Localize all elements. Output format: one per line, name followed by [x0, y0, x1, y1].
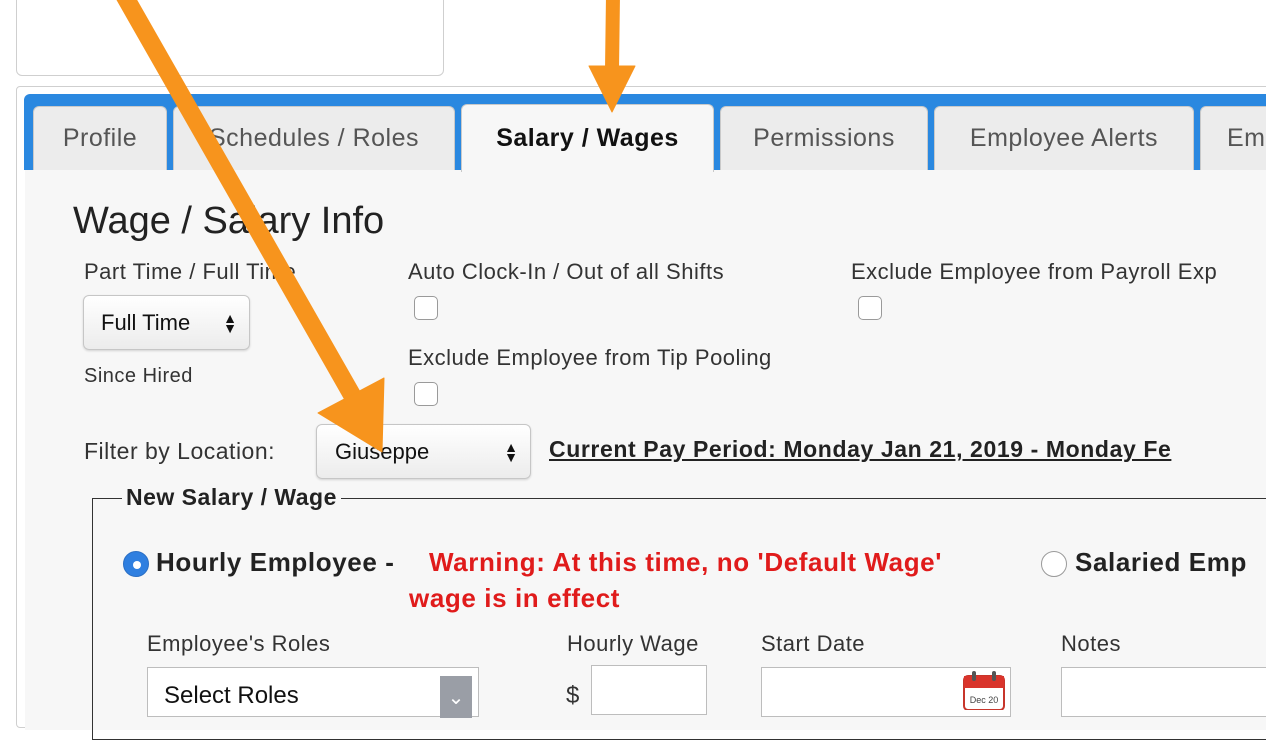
start-date-label: Start Date [761, 631, 866, 656]
since-hired-note: Since Hired [84, 365, 193, 387]
exclude-tip-label: Exclude Employee from Tip Pooling [408, 345, 772, 370]
part-full-time-label: Part Time / Full Time [84, 259, 297, 284]
warning-line-2: wage is in effect [409, 583, 621, 613]
exclude-payroll-checkbox[interactable] [858, 296, 882, 320]
current-pay-period-link[interactable]: Current Pay Period: Monday Jan 21, 2019 … [549, 436, 1171, 463]
roles-select[interactable]: Select Roles ⌄ [147, 667, 479, 718]
warning-line-1: Warning: At this time, no 'Default Wage' [429, 547, 943, 577]
tab-em[interactable]: Em [1200, 106, 1266, 170]
location-value: Giuseppe [335, 438, 430, 464]
auto-clock-label: Auto Clock-In / Out of all Shifts [408, 259, 725, 284]
hourly-wage-input[interactable] [591, 665, 707, 715]
hourly-wage-label: Hourly Wage [567, 631, 699, 656]
part-full-time-value: Full Time [101, 309, 191, 335]
exclude-tip-checkbox[interactable] [414, 382, 438, 406]
employee-roles-label: Employee's Roles [147, 631, 331, 656]
calendar-icon[interactable]: Dec 20 [962, 670, 1006, 710]
select-arrows-icon: ▲ ▼ [504, 438, 518, 465]
salaried-employee-radio[interactable] [1041, 551, 1067, 577]
tab-employee-alerts[interactable]: Employee Alerts [934, 106, 1194, 170]
tab-schedules-roles[interactable]: Schedules / Roles [173, 106, 455, 170]
hourly-employee-label: Hourly Employee - [156, 547, 395, 577]
new-wage-legend: New Salary / Wage [122, 484, 341, 511]
tab-profile[interactable]: Profile [33, 106, 167, 170]
hourly-employee-radio[interactable] [123, 551, 149, 577]
tab-permissions[interactable]: Permissions [720, 106, 928, 170]
exclude-payroll-label: Exclude Employee from Payroll Exp [851, 259, 1218, 284]
previous-panel [16, 0, 444, 76]
auto-clock-checkbox[interactable] [414, 296, 438, 320]
select-arrows-icon: ▲ ▼ [223, 309, 237, 336]
page-title: Wage / Salary Info [73, 200, 385, 242]
notes-input[interactable] [1061, 667, 1266, 717]
chevron-down-icon[interactable]: ⌄ [440, 676, 472, 718]
salaried-employee-label: Salaried Emp [1075, 547, 1247, 577]
annotation-arrow-shaft-tab [605, 0, 620, 77]
part-full-time-select[interactable]: Full Time ▲ ▼ [83, 295, 250, 350]
tab-salary-wages[interactable]: Salary / Wages [461, 104, 714, 172]
notes-label: Notes [1061, 631, 1121, 656]
filter-location-label: Filter by Location: [84, 438, 276, 464]
location-select[interactable]: Giuseppe ▲ ▼ [316, 424, 531, 479]
calendar-icon-text: Dec 20 [970, 695, 999, 705]
